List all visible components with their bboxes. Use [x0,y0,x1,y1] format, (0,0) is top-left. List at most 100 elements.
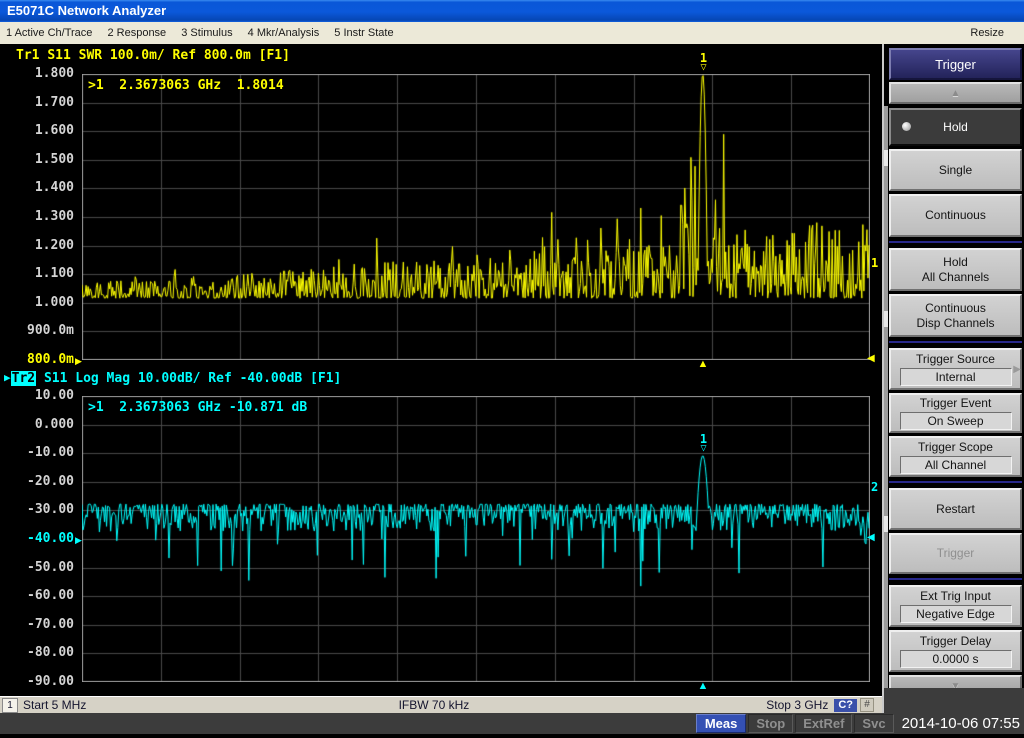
y-tick-label: 1.300 [2,209,74,225]
submenu-arrow-icon: ▶ [1013,362,1021,377]
y-tick-label: -70.00 [2,617,74,633]
marker-stimulus-triangle-icon-swr[interactable]: ▲ [698,359,709,369]
stimulus-status-strip: 1 Start 5 MHz IFBW 70 kHz Stop 3 GHz C? … [0,696,882,713]
trace1-header: Tr1 S11 SWR 100.0m/ Ref 800.0m [F1] [16,48,290,63]
softkey-trigger-event[interactable]: Trigger Event On Sweep [889,393,1022,433]
date-time-display: 2014-10-06 07:55 [896,715,1024,732]
menu-resize[interactable]: Resize [970,22,1016,44]
instrument-status-bar: Meas Stop ExtRef Svc 2014-10-06 07:55 [0,713,1024,738]
y-tick-label: 1.100 [2,266,74,282]
ref-level-arrow-icon: ▶ [75,532,82,548]
y-tick-label: 1.200 [2,238,74,254]
sidebar-filler [884,688,1024,713]
y-tick-label: -20.00 [2,474,74,490]
softkey-continuous[interactable]: Continuous [889,194,1022,237]
trigger-scope-value: All Channel [900,456,1012,474]
radio-selected-icon [902,122,911,131]
softkey-scroll-up-button[interactable]: ▲ [889,82,1022,104]
marker1-readout-logmag: >1 2.3673063 GHz -10.871 dB [88,400,307,415]
y-tick-label: 1.000 [2,295,74,311]
softkey-trigger-source[interactable]: Trigger Source Internal ▶ [889,348,1022,390]
y-tick-label: -40.00 [2,531,74,547]
scroll-up-icon: ▲ [951,88,961,99]
trigger-event-value: On Sweep [900,412,1012,430]
trigger-delay-value: 0.0000 s [900,650,1012,668]
y-tick-label: -80.00 [2,645,74,661]
menu-instr-state[interactable]: 5 Instr State [334,22,405,44]
y-tick-label: -90.00 [2,674,74,690]
measurement-display-area: Tr1 S11 SWR 100.0m/ Ref 800.0m [F1] 1.80… [0,44,884,713]
y-tick-label: -50.00 [2,560,74,576]
softkey-separator [889,340,1022,345]
scrollbar-handle[interactable] [884,311,888,327]
logmag-plot-canvas[interactable] [82,396,870,682]
window-title: E5071C Network Analyzer [7,3,166,18]
marker-stimulus-triangle-icon-logmag[interactable]: ▲ [698,681,709,691]
y-tick-label: 800.0m [2,352,74,368]
scrollbar-handle[interactable] [884,150,888,166]
hash-indicator: # [860,698,874,712]
softkey-trigger-delay[interactable]: Trigger Delay 0.0000 s [889,630,1022,672]
softkey-hold[interactable]: Hold [889,108,1022,146]
trace1-name[interactable]: Tr1 [16,48,39,63]
softkey-hold-all-channels[interactable]: Hold All Channels [889,248,1022,291]
y-tick-label: -30.00 [2,502,74,518]
y-tick-label: 10.00 [2,388,74,404]
ifbw-label: IFBW 70 kHz [399,698,470,712]
start-frequency-label: Start 5 MHz [23,698,86,712]
softkey-separator [889,577,1022,582]
trace2-format: S11 Log Mag 10.00dB/ Ref -40.00dB [F1] [44,371,341,386]
correction-status-badge: C? [834,699,857,712]
trigger-source-value: Internal [900,368,1012,386]
menu-mkr-analysis[interactable]: 4 Mkr/Analysis [248,22,332,44]
y-tick-label: -10.00 [2,445,74,461]
marker-down-triangle-icon: ▽ [695,444,713,454]
menu-bar: 1 Active Ch/Trace 2 Response 3 Stimulus … [0,22,1024,44]
softkey-separator [889,240,1022,245]
trace1-param: S11 [47,48,70,63]
ref-level-triangle-icon-logmag: ◀ [867,532,875,544]
trace1-format: SWR 100.0m/ Ref 800.0m [F1] [79,48,290,63]
sidebar-scrollbar[interactable] [884,106,888,688]
ref-level-arrow-icon: ▶ [75,353,82,369]
trace2-header: ▶Tr2 S11 Log Mag 10.00dB/ Ref -40.00dB [… [4,371,341,386]
marker-1-flag-logmag[interactable]: 1 ▽ [695,435,713,454]
marker-1-flag-swr[interactable]: 1 ▽ [695,54,713,73]
y-tick-label: 0.000 [2,417,74,433]
meas-status-badge: Meas [696,714,747,733]
softkey-restart[interactable]: Restart [889,488,1022,530]
softkey-continuous-disp-channels[interactable]: Continuous Disp Channels [889,294,1022,337]
y-tick-label: 1.500 [2,152,74,168]
e5071c-application-window: E5071C Network Analyzer 1 Active Ch/Trac… [0,0,1024,738]
active-trace-arrow-icon: ▶ [4,371,11,384]
swr-plot-canvas[interactable] [82,74,870,360]
menu-response[interactable]: 2 Response [107,22,178,44]
marker-down-triangle-icon: ▽ [695,63,713,73]
softkey-trigger-disabled: Trigger [889,533,1022,574]
trace2-name[interactable]: Tr2 [11,371,36,386]
y-tick-label: 1.800 [2,66,74,82]
stop-status-badge: Stop [748,714,793,733]
title-bar: E5071C Network Analyzer [0,0,1024,22]
channel-number-box: 1 [2,698,18,713]
stop-frequency-label: Stop 3 GHz [766,698,828,712]
scrollbar-handle[interactable] [884,516,888,532]
trace2-number-label: 2 [871,480,878,494]
menu-stimulus[interactable]: 3 Stimulus [181,22,244,44]
softkey-trigger-scope[interactable]: Trigger Scope All Channel [889,436,1022,477]
ext-trig-input-value: Negative Edge [900,605,1012,623]
y-tick-label: 1.600 [2,123,74,139]
ref-level-triangle-icon-swr: ◀ [867,353,875,365]
menu-active-ch-trace[interactable]: 1 Active Ch/Trace [6,22,104,44]
trace1-number-label: 1 [871,256,878,270]
extref-status-badge: ExtRef [795,714,852,733]
softkey-menu-title: Trigger [889,48,1022,80]
softkey-separator [889,480,1022,485]
softkey-single[interactable]: Single [889,149,1022,191]
softkey-ext-trig-input[interactable]: Ext Trig Input Negative Edge [889,585,1022,627]
y-tick-label: 1.700 [2,95,74,111]
y-tick-label: -60.00 [2,588,74,604]
softkey-sidebar: Trigger ▲ Hold Single Continuous Hold Al… [884,44,1024,713]
svc-status-badge: Svc [854,714,893,733]
marker1-readout-swr: >1 2.3673063 GHz 1.8014 [88,78,284,93]
